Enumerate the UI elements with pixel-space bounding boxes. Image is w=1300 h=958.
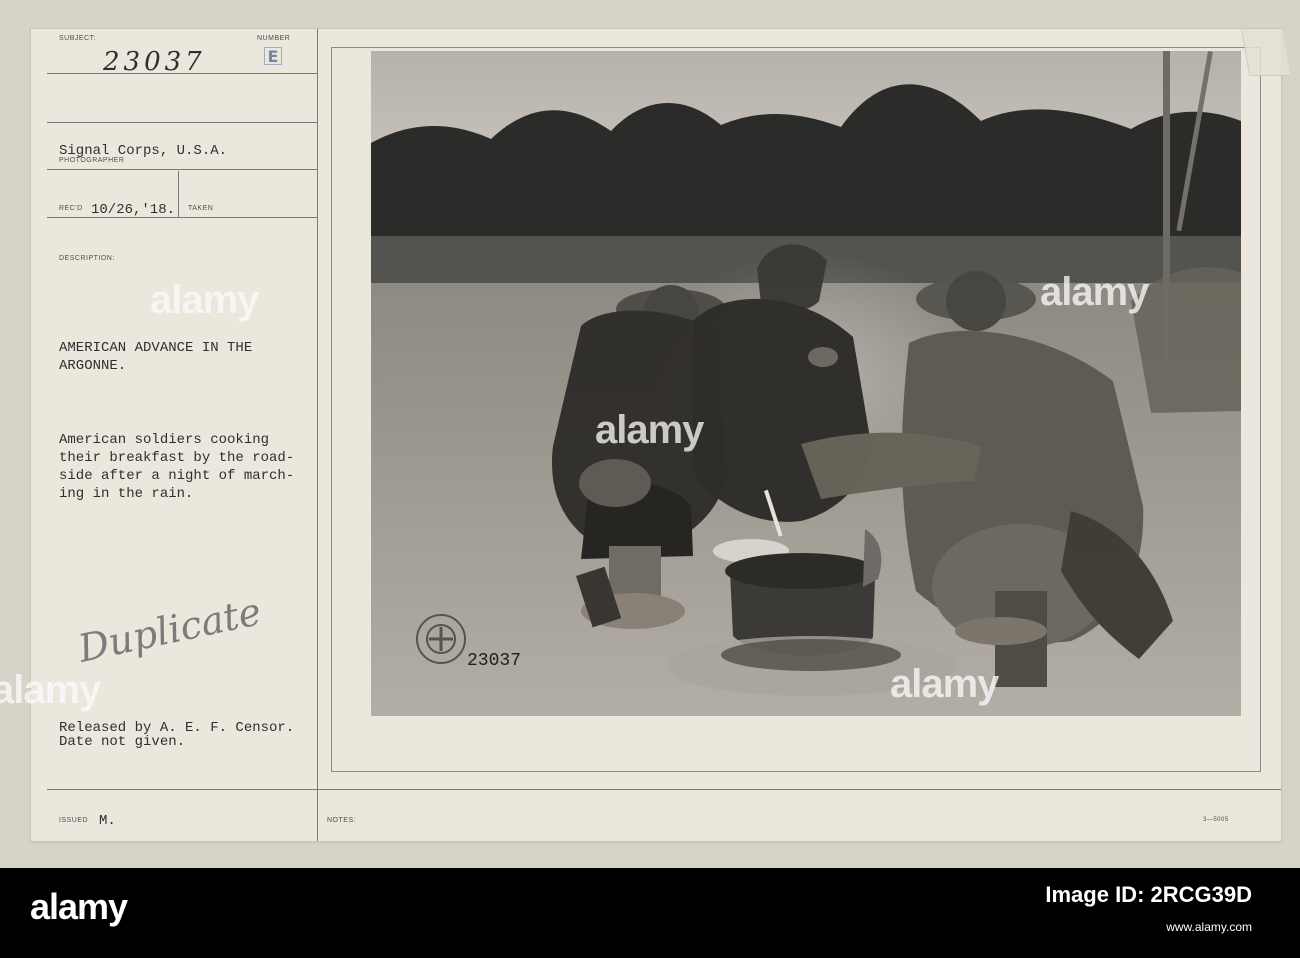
number-label: NUMBER — [257, 35, 291, 42]
watermark-1: alamy — [150, 278, 259, 322]
issued-label: ISSUED — [59, 817, 89, 824]
metadata-column: SUBJECT: NUMBER 23037 E Signal Corps, U.… — [31, 29, 318, 841]
issued-value: M. — [99, 813, 116, 829]
watermark-3: alamy — [1040, 270, 1149, 314]
bottom-rule-left — [47, 789, 317, 790]
description-label: DESCRIPTION: — [59, 255, 115, 262]
watermark-2: alamy — [595, 408, 704, 452]
watermark-4: alamy — [890, 662, 999, 706]
recd-label: REC'D — [59, 205, 83, 212]
number-stamp: E — [264, 47, 282, 66]
photographer-label: PHOTOGRAPHER — [59, 157, 125, 164]
pole-1 — [1163, 51, 1170, 381]
taken-divider — [178, 171, 179, 217]
description-text: American soldiers cooking their breakfas… — [59, 432, 295, 502]
dates-rule — [47, 217, 317, 218]
historical-photo: 23037 — [371, 51, 1241, 716]
notes-label: NOTES: — [327, 817, 357, 824]
subject-label: SUBJECT: — [59, 35, 97, 42]
photographer-top-rule — [47, 122, 317, 123]
alamy-url: www.alamy.com — [1166, 920, 1252, 934]
taken-label: TAKEN — [188, 205, 214, 212]
top-rule — [47, 73, 317, 74]
photo-stamp-number: 23037 — [467, 651, 522, 671]
alamy-logo: alamy — [30, 886, 128, 927]
duplicate-note: Duplicate — [74, 589, 265, 671]
notes-rule — [317, 789, 1281, 790]
description-title: AMERICAN ADVANCE IN THE ARGONNE. — [59, 340, 253, 374]
release-text: Released by A. E. F. Censor. Date not gi… — [59, 720, 295, 750]
watermark-5: alamy — [0, 668, 101, 712]
image-id: Image ID: 2RCG39D — [1045, 882, 1252, 907]
alamy-footer: alamy Image ID: 2RCG39D www.alamy.com — [0, 868, 1300, 958]
recd-value: 10/26,'18. — [91, 202, 176, 218]
photo-scene — [371, 51, 1241, 716]
photographer-rule — [47, 169, 317, 170]
form-code: 3—5005 — [1203, 817, 1229, 823]
